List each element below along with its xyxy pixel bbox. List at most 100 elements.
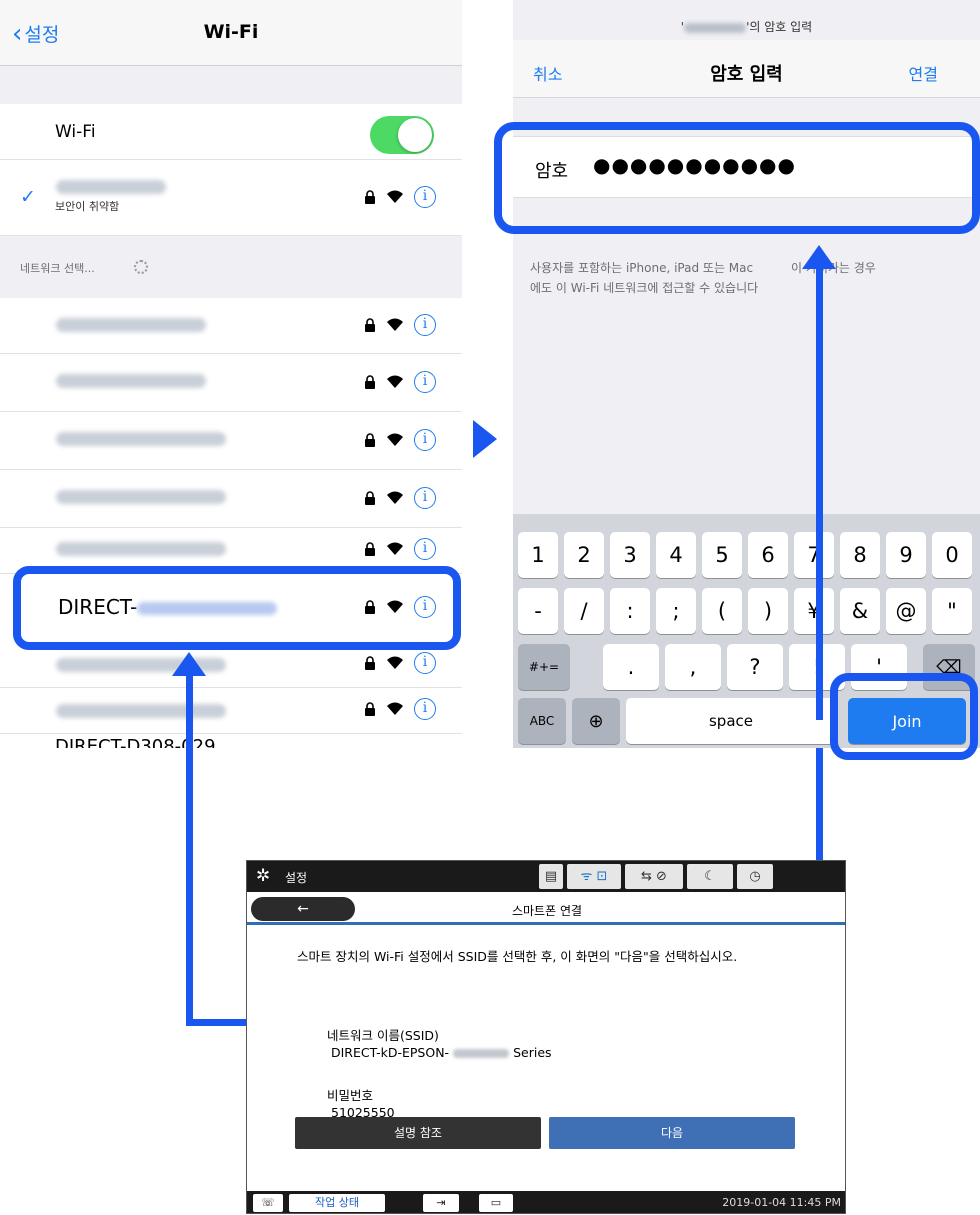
space-key[interactable]: space <box>626 698 836 744</box>
key-quote[interactable]: " <box>932 588 972 634</box>
info-icon[interactable]: i <box>414 429 436 451</box>
screen-title: 스마트폰 연결 <box>511 904 583 918</box>
highlight-frame <box>830 673 978 760</box>
printer-control-panel: ✲ 설정 ▤ ᯤ ⊡ ⇆ ⊘ ☾ ◷ ← 스마트폰 연결 스마트 장치의 Wi-… <box>246 860 846 1214</box>
connected-network-row[interactable]: ✓ 보안이 취약함 i <box>0 160 462 236</box>
wifi-signal-icon <box>386 491 404 505</box>
key-4[interactable]: 4 <box>656 532 696 578</box>
key-hyphen[interactable]: - <box>518 588 558 634</box>
info-icon[interactable]: i <box>414 487 436 509</box>
lock-icon <box>364 542 376 556</box>
help-button[interactable]: 설명 참조 <box>295 1117 541 1149</box>
blurred-model <box>453 1049 510 1058</box>
wifi-nav-bar: ‹ 설정 Wi-Fi <box>0 0 462 66</box>
prompt-suffix: '의 암호 입력 <box>746 20 813 34</box>
key-0[interactable]: 0 <box>932 532 972 578</box>
wifi-signal-icon <box>386 542 404 556</box>
wifi-signal-icon <box>386 318 404 332</box>
network-row-partial[interactable]: DIRECT-D308-029 <box>0 734 462 748</box>
lock-icon <box>364 190 376 204</box>
key-colon[interactable]: : <box>610 588 650 634</box>
ssid-prefix: DIRECT-kD-EPSON- <box>331 1045 450 1060</box>
abc-key[interactable]: ABC <box>518 698 566 744</box>
key-5[interactable]: 5 <box>702 532 742 578</box>
wifi-direct-icon[interactable]: ⇆ ⊘ <box>625 864 683 889</box>
blurred-network-name <box>56 704 226 718</box>
settings-label: 설정 <box>285 871 308 885</box>
lock-icon <box>364 702 376 716</box>
key-close-paren[interactable]: ) <box>748 588 788 634</box>
connect-button[interactable]: 연결 <box>909 61 938 85</box>
blurred-network-name <box>56 180 166 194</box>
key-1[interactable]: 1 <box>518 532 558 578</box>
hint-line-1: 사용자를 포함하는 iPhone, iPad 또는 Mac <box>530 261 754 275</box>
network-status: 보안이 취약함 <box>55 200 120 213</box>
network-row[interactable]: i <box>0 688 462 734</box>
key-semicolon[interactable]: ; <box>656 588 696 634</box>
key-open-paren[interactable]: ( <box>702 588 742 634</box>
lock-icon <box>364 318 376 332</box>
lock-icon <box>364 433 376 447</box>
key-8[interactable]: 8 <box>840 532 880 578</box>
printer-status-bar: ✲ 설정 ▤ ᯤ ⊡ ⇆ ⊘ ☾ ◷ <box>247 861 845 892</box>
password-label: 비밀번호 <box>327 1088 374 1103</box>
network-section-header: 네트워크 선택... <box>0 236 462 298</box>
hint-line-2: 에도 이 Wi-Fi 네트워크에 접근할 수 있습니다 <box>530 281 759 295</box>
wifi-status-icon[interactable]: ᯤ ⊡ <box>567 864 621 889</box>
password-nav-bar: 취소 암호 입력 연결 <box>513 40 980 98</box>
print-icon[interactable]: ▭ <box>479 1194 513 1212</box>
arrow-up-icon <box>172 652 206 676</box>
section-gap <box>0 66 462 104</box>
job-status-button[interactable]: 작업 상태 <box>289 1194 385 1212</box>
key-ampersand[interactable]: & <box>840 588 880 634</box>
highlight-frame <box>494 122 980 234</box>
info-icon[interactable]: i <box>414 538 436 560</box>
globe-icon[interactable]: ⊕ <box>572 698 620 744</box>
key-yen[interactable]: ¥ <box>794 588 834 634</box>
quiet-mode-icon[interactable]: ☾ <box>687 864 733 889</box>
network-row[interactable]: i <box>0 354 462 412</box>
info-icon[interactable]: i <box>414 698 436 720</box>
key-6[interactable]: 6 <box>748 532 788 578</box>
key-slash[interactable]: / <box>564 588 604 634</box>
symbols-key[interactable]: #+= <box>518 644 570 690</box>
wifi-toggle[interactable] <box>370 116 434 154</box>
key-period[interactable]: . <box>603 644 659 690</box>
info-icon[interactable]: i <box>414 652 436 674</box>
ssid-label: 네트워크 이름(SSID) <box>327 1028 439 1043</box>
key-9[interactable]: 9 <box>886 532 926 578</box>
key-comma[interactable]: , <box>665 644 721 690</box>
next-button[interactable]: 다음 <box>549 1117 795 1149</box>
info-icon[interactable]: i <box>414 314 436 336</box>
key-7[interactable]: 7 <box>794 532 834 578</box>
highlight-frame <box>13 566 461 650</box>
password-hint: 사용자를 포함하는 iPhone, iPad 또는 Mac 이 가져가는 경우 … <box>530 258 970 298</box>
wifi-signal-icon <box>386 433 404 447</box>
key-at[interactable]: @ <box>886 588 926 634</box>
blurred-network-name <box>56 542 226 556</box>
info-icon[interactable]: i <box>414 186 436 208</box>
info-icon[interactable]: i <box>414 371 436 393</box>
instruction-text: 스마트 장치의 Wi-Fi 설정에서 SSID를 선택한 후, 이 화면의 "다… <box>297 949 738 964</box>
ink-icon[interactable]: ▤ <box>539 864 563 889</box>
toggle-knob <box>398 118 432 152</box>
network-row[interactable]: i <box>0 470 462 528</box>
checkmark-icon: ✓ <box>20 186 36 208</box>
wifi-toggle-label: Wi-Fi <box>55 122 96 142</box>
wifi-signal-icon <box>386 190 404 204</box>
arrow-right-icon <box>473 420 497 458</box>
clock-icon[interactable]: ◷ <box>737 864 773 889</box>
lock-icon <box>364 491 376 505</box>
blurred-network-name <box>56 490 226 504</box>
wifi-signal-icon <box>386 656 404 670</box>
fax-icon[interactable]: ☏ <box>253 1194 283 1212</box>
key-question[interactable]: ? <box>727 644 783 690</box>
key-3[interactable]: 3 <box>610 532 650 578</box>
password-prompt: ' '의 암호 입력 <box>680 20 813 34</box>
network-row[interactable]: i <box>0 298 462 354</box>
blurred-network-name <box>56 432 226 446</box>
key-2[interactable]: 2 <box>564 532 604 578</box>
network-row[interactable]: i <box>0 412 462 470</box>
gear-icon: ✲ <box>256 866 271 886</box>
stop-icon[interactable]: ⇥ <box>423 1194 459 1212</box>
